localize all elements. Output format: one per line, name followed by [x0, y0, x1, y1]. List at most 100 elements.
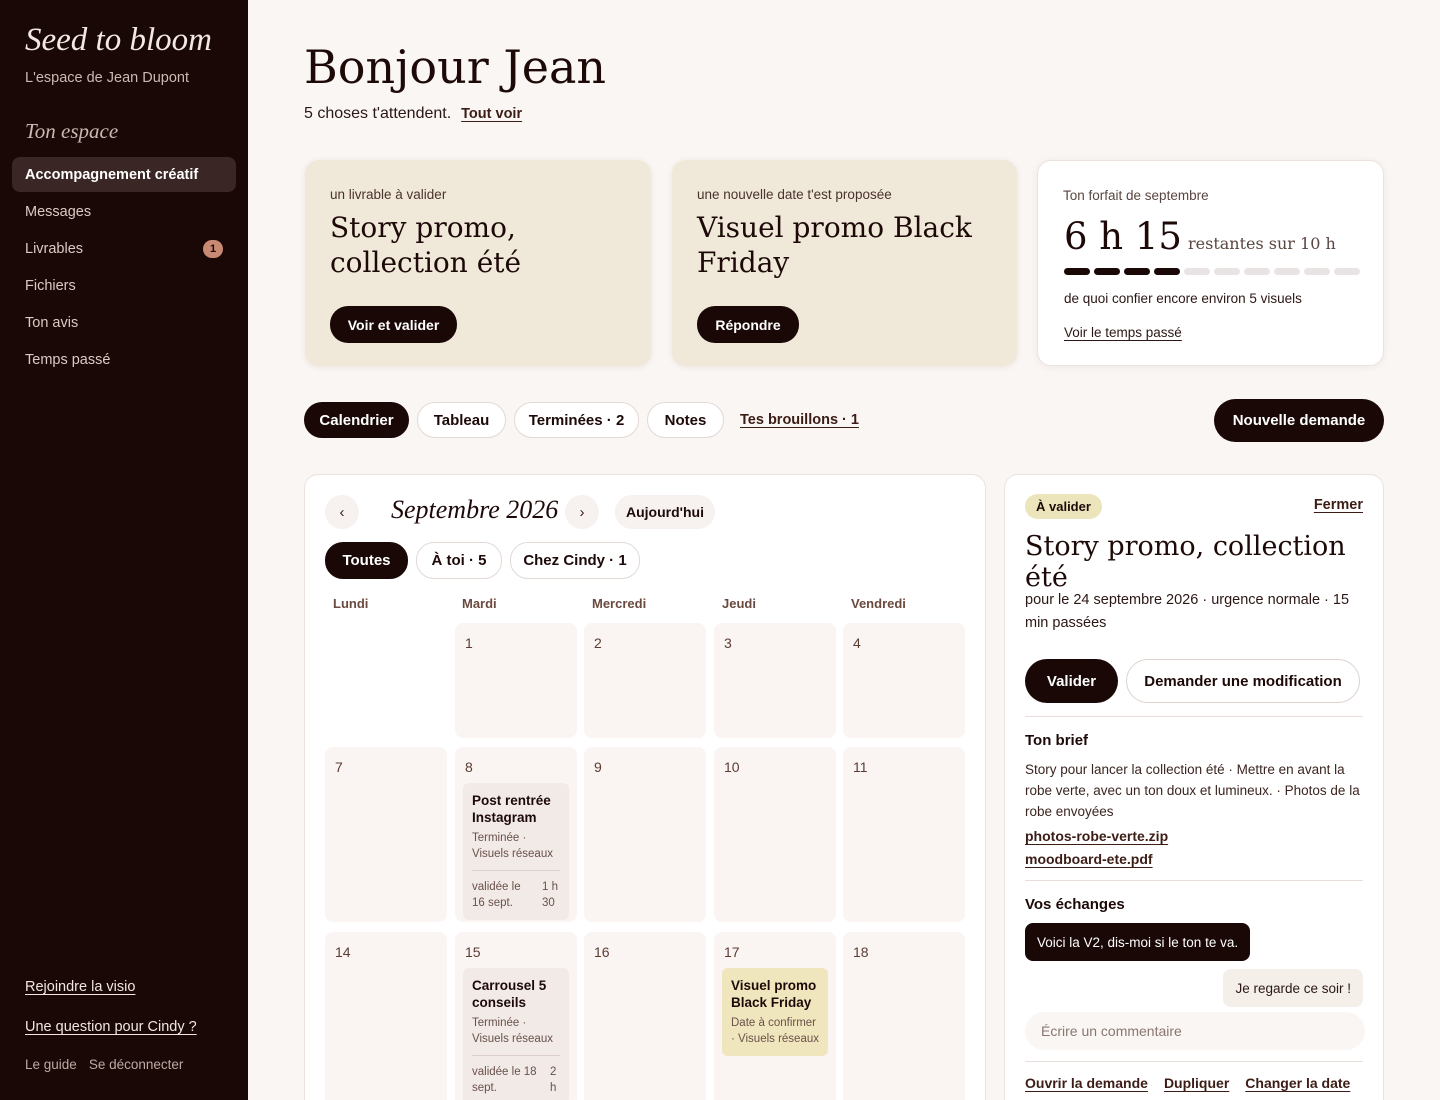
question-cindy-link[interactable]: Une question pour Cindy ?: [25, 1019, 197, 1035]
calendar-day[interactable]: 4: [843, 623, 965, 738]
day-number: 9: [594, 759, 602, 775]
event-status: Date à confirmer · Visuels réseaux: [731, 1017, 819, 1045]
progress-segment: [1064, 268, 1090, 275]
filter-all[interactable]: Toutes: [325, 542, 408, 579]
progress-segment: [1094, 268, 1120, 275]
filter-cindy[interactable]: Chez Cindy · 1: [510, 542, 640, 579]
prev-month-button[interactable]: ‹: [325, 495, 359, 529]
status-badge: À valider: [1025, 494, 1102, 519]
event-title: Post rentrée Instagram: [472, 793, 551, 825]
section-title: Ton espace: [25, 119, 119, 143]
new-request-button[interactable]: Nouvelle demande: [1214, 399, 1384, 442]
weekday-label: Mercredi: [592, 596, 647, 611]
day-number: 11: [853, 759, 868, 775]
plan-card: Ton forfait de septembre 6 h 15 restantes…: [1037, 160, 1384, 366]
filter-mine[interactable]: À toi · 5: [416, 542, 502, 579]
divider: [1025, 1061, 1363, 1062]
livrables-count-badge: 1: [203, 240, 223, 258]
day-number: 15: [465, 944, 481, 960]
progress-segment: [1304, 268, 1330, 275]
day-number: 2: [594, 635, 602, 651]
tab-terminees[interactable]: Terminées · 2: [514, 402, 639, 438]
divider: [1025, 880, 1363, 881]
plan-note: de quoi confier encore environ 5 visuels: [1064, 291, 1302, 306]
tab-notes[interactable]: Notes: [647, 402, 724, 438]
today-button[interactable]: Aujourd'hui: [615, 495, 715, 529]
calendar-day[interactable]: 11: [843, 747, 965, 922]
sidebar-footer: Le guide Se déconnecter: [25, 1057, 183, 1072]
pending-summary: 5 choses t'attendent.: [304, 105, 452, 122]
hours-total: restantes sur 10 h: [1187, 234, 1336, 253]
day-number: 17: [724, 944, 740, 960]
calendar-day[interactable]: 17 Visuel promo Black Friday Date à conf…: [714, 932, 836, 1100]
calendar-day[interactable]: 3: [714, 623, 836, 738]
sidebar-nav: Accompagnement créatif Messages Livrable…: [12, 157, 236, 379]
event-card[interactable]: Visuel promo Black Friday Date à confirm…: [722, 968, 828, 1056]
sidebar-item-label: Livrables: [25, 240, 84, 257]
calendar-day[interactable]: 15 Carrousel 5 conseils Terminée · Visue…: [455, 932, 577, 1100]
page-subtitle: 5 choses t'attendent. Tout voir: [304, 105, 522, 123]
duplicate-link[interactable]: Dupliquer: [1164, 1075, 1229, 1091]
plan-progress-bar: [1064, 268, 1360, 275]
brand-logo[interactable]: Seed to bloom: [25, 22, 212, 59]
calendar-day[interactable]: 1: [455, 623, 577, 738]
event-card[interactable]: Carrousel 5 conseils Terminée · Visuels …: [463, 968, 569, 1100]
sidebar-item-fichiers[interactable]: Fichiers: [12, 268, 236, 303]
validate-button[interactable]: Valider: [1025, 659, 1118, 703]
month-title: Septembre 2026: [391, 495, 559, 524]
file-link[interactable]: photos-robe-verte.zip: [1025, 828, 1168, 844]
detail-title: Story promo, collection été: [1025, 531, 1346, 593]
close-link[interactable]: Fermer: [1314, 497, 1363, 513]
tab-tableau[interactable]: Tableau: [417, 402, 506, 438]
request-change-button[interactable]: Demander une modification: [1126, 659, 1360, 703]
comment-input[interactable]: Écrire un commentaire: [1025, 1012, 1365, 1050]
reply-button[interactable]: Répondre: [697, 306, 799, 343]
view-validate-button[interactable]: Voir et valider: [330, 306, 457, 343]
progress-segment: [1274, 268, 1300, 275]
sidebar-item-livrables[interactable]: Livrables 1: [12, 231, 236, 266]
day-number: 18: [853, 944, 869, 960]
progress-segment: [1184, 268, 1210, 275]
event-status: Terminée · Visuels réseaux: [472, 1017, 553, 1045]
event-card[interactable]: Post rentrée Instagram Terminée · Visuel…: [463, 783, 569, 920]
tab-calendrier[interactable]: Calendrier: [304, 402, 409, 438]
event-status: Terminée · Visuels réseaux: [472, 832, 553, 860]
day-number: 4: [853, 635, 861, 651]
sidebar-item-temps-passe[interactable]: Temps passé: [12, 342, 236, 377]
event-validated: validée le 16 sept.: [472, 881, 521, 909]
calendar-day[interactable]: 16: [584, 932, 706, 1100]
see-all-link[interactable]: Tout voir: [461, 106, 522, 122]
day-number: 8: [465, 759, 473, 775]
sidebar-item-messages[interactable]: Messages: [12, 194, 236, 229]
sidebar-item-label: Accompagnement créatif: [25, 166, 199, 183]
calendar-day[interactable]: 10: [714, 747, 836, 922]
weekday-label: Lundi: [333, 596, 369, 611]
calendar-day[interactable]: 7: [325, 747, 447, 922]
sidebar-item-ton-avis[interactable]: Ton avis: [12, 305, 236, 340]
event-title: Visuel promo Black Friday: [731, 978, 817, 1010]
detail-meta: pour le 24 septembre 2026 · urgence norm…: [1025, 592, 1350, 631]
day-number: 7: [335, 759, 343, 775]
change-date-link[interactable]: Changer la date: [1245, 1075, 1350, 1091]
file-link[interactable]: moodboard-ete.pdf: [1025, 851, 1153, 867]
next-month-button[interactable]: ›: [565, 495, 599, 529]
open-request-link[interactable]: Ouvrir la demande: [1025, 1075, 1148, 1091]
progress-segment: [1214, 268, 1240, 275]
logout-link[interactable]: Se déconnecter: [89, 1057, 184, 1072]
progress-segment: [1154, 268, 1180, 275]
guide-link[interactable]: Le guide: [25, 1057, 77, 1072]
calendar-day[interactable]: 18: [843, 932, 965, 1100]
calendar-day[interactable]: 9: [584, 747, 706, 922]
weekday-label: Jeudi: [722, 596, 756, 611]
calendar-day[interactable]: 14: [325, 932, 447, 1100]
join-visio-link[interactable]: Rejoindre la visio: [25, 979, 135, 995]
event-validated: validée le 18 sept.: [472, 1066, 537, 1094]
view-time-link[interactable]: Voir le temps passé: [1064, 325, 1182, 340]
calendar-day[interactable]: 8 Post rentrée Instagram Terminée · Visu…: [455, 747, 577, 922]
day-number: 3: [724, 635, 732, 651]
exchanges-title: Vos échanges: [1025, 896, 1125, 913]
sidebar-item-accompagnement[interactable]: Accompagnement créatif: [12, 157, 236, 192]
drafts-link[interactable]: Tes brouillons · 1: [740, 412, 859, 428]
detail-actions: Ouvrir la demande Dupliquer Changer la d…: [1025, 1075, 1350, 1091]
calendar-day[interactable]: 2: [584, 623, 706, 738]
